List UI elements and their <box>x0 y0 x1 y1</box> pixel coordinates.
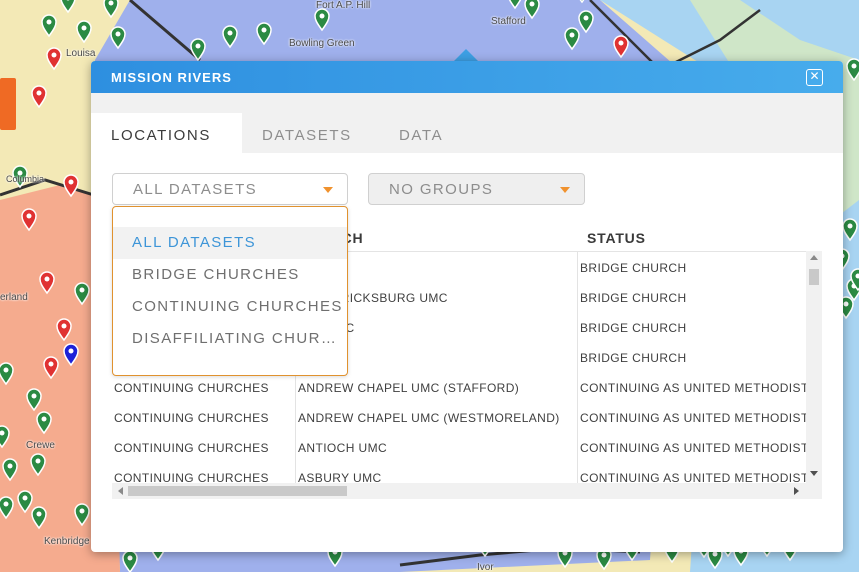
datasets-select-value: ALL DATASETS <box>133 181 258 198</box>
map-pin-dot <box>843 301 849 307</box>
map-pin-dot <box>712 551 718 557</box>
map-pin-dot <box>68 348 74 354</box>
map-label: erland <box>0 292 28 303</box>
map-pin-dot <box>68 179 74 185</box>
table-cell: ANTIOCH UMC <box>296 432 578 462</box>
table-cell: BRIDGE CHURCH <box>580 321 687 335</box>
map-label: Stafford <box>491 16 526 27</box>
table-row[interactable]: CONTINUING CHURCHES ANTIOCH UMC CONTINUING… <box>112 432 806 462</box>
table-cell: CONTINUING AS UNITED METHODIST <box>580 411 806 425</box>
scroll-thumb[interactable] <box>128 486 347 496</box>
table-cell: CONTINUING CHURCHES <box>112 372 296 402</box>
table-cell: ANDREW CHAPEL UMC (WESTMORELAND) <box>296 402 578 432</box>
mission-rivers-dialog: MISSION RIVERS ✕ LOCATIONS DATASETS DATA… <box>91 61 843 552</box>
map-pin-dot <box>847 223 853 229</box>
table-cell: BRIDGE CHURCH <box>580 291 687 305</box>
table-cell: CONTINUING AS UNITED METHODIST <box>580 381 806 395</box>
table-cell: CONTINUING CHURCHES <box>112 402 296 432</box>
tab-locations[interactable]: LOCATIONS <box>91 113 242 153</box>
dropdown-option-bridge-churches[interactable]: BRIDGE CHURCHES <box>113 259 347 291</box>
groups-select[interactable]: NO GROUPS <box>368 173 585 205</box>
tab-data[interactable]: DATA <box>399 113 443 153</box>
map-pin-dot <box>569 32 575 38</box>
map-pin-dot <box>61 323 67 329</box>
map-pin-dot <box>7 463 13 469</box>
table-row[interactable]: CONTINUING CHURCHES ANDREW CHAPEL UMC (ST… <box>112 372 806 402</box>
dropdown-option-all-datasets[interactable]: ALL DATASETS <box>113 227 347 259</box>
scroll-down-icon[interactable] <box>810 471 818 476</box>
table-cell: CONTINUING AS UNITED METHODIST <box>580 441 806 455</box>
table-cell: BRIDGE CHURCH <box>580 351 687 365</box>
map-pin-dot <box>36 90 42 96</box>
map-pin-dot <box>227 30 233 36</box>
table-cell: BRIDGE CHURCH <box>580 261 687 275</box>
map-pin-dot <box>48 361 54 367</box>
map-pin-dot <box>618 40 624 46</box>
map-pin-dot <box>51 52 57 58</box>
map-pin-dot <box>851 63 857 69</box>
dialog-title: MISSION RIVERS <box>111 70 232 85</box>
map-pin-dot <box>81 25 87 31</box>
map-pin-dot <box>319 13 325 19</box>
scroll-left-icon[interactable] <box>118 487 123 495</box>
map-pin-dot <box>115 31 121 37</box>
dropdown-option-continuing-churches[interactable]: CONTINUING CHURCHES <box>113 291 347 323</box>
map-pin-dot <box>79 508 85 514</box>
scroll-right-icon[interactable] <box>794 487 799 495</box>
map-label: Columbia <box>6 174 45 184</box>
map-pin-dot <box>46 19 52 25</box>
map-pin-dot <box>583 15 589 21</box>
table-row[interactable]: CONTINUING CHURCHES ANDREW CHAPEL UMC (WE… <box>112 402 806 432</box>
datasets-dropdown-menu: ALL DATASETS BRIDGE CHURCHES CONTINUING … <box>112 206 348 376</box>
map-pin-dot <box>79 287 85 293</box>
close-icon[interactable]: ✕ <box>806 69 823 86</box>
map-pin-dot <box>261 27 267 33</box>
map-pin-dot <box>195 43 201 49</box>
caret-down-icon <box>323 187 333 193</box>
map-pin-dot <box>26 213 32 219</box>
scroll-up-icon[interactable] <box>810 255 818 260</box>
map-label: Crewe <box>26 440 55 451</box>
caret-down-icon <box>560 187 570 193</box>
horizontal-scrollbar[interactable] <box>112 483 822 499</box>
groups-select-value: NO GROUPS <box>389 181 494 198</box>
map-label: Kenbridge <box>44 536 90 547</box>
map-pin-dot <box>3 501 9 507</box>
map-label: Ivor <box>477 562 494 572</box>
scroll-thumb[interactable] <box>809 269 819 285</box>
map-pin-dot <box>22 495 28 501</box>
column-header-status[interactable]: STATUS <box>587 230 646 246</box>
map-pin-dot <box>529 1 535 7</box>
map-pin-dot <box>35 458 41 464</box>
tab-bar: LOCATIONS DATASETS DATA <box>91 93 843 153</box>
map-pin-dot <box>31 393 37 399</box>
map-pin-dot <box>41 416 47 422</box>
vertical-scrollbar[interactable] <box>806 251 822 483</box>
table-cell: ANDREW CHAPEL UMC (STAFFORD) <box>296 372 578 402</box>
map-pin-dot <box>601 552 607 558</box>
map-pin-dot <box>108 0 114 6</box>
map-pin-dot <box>127 555 133 561</box>
map-pin-dot <box>44 276 50 282</box>
map-pin-dot <box>3 367 9 373</box>
dropdown-option-disaffiliating-churches[interactable]: DISAFFILIATING CHURCHES <box>113 323 347 355</box>
map-label: Bowling Green <box>289 38 355 49</box>
table-cell: CONTINUING CHURCHES <box>112 432 296 462</box>
map-pin-dot <box>36 511 42 517</box>
tab-datasets[interactable]: DATASETS <box>262 113 352 153</box>
datasets-select[interactable]: ALL DATASETS <box>112 173 348 205</box>
dialog-header: MISSION RIVERS ✕ <box>91 61 843 93</box>
map-label: Louisa <box>66 48 96 59</box>
map-label: Fort A.P. Hill <box>316 0 371 11</box>
